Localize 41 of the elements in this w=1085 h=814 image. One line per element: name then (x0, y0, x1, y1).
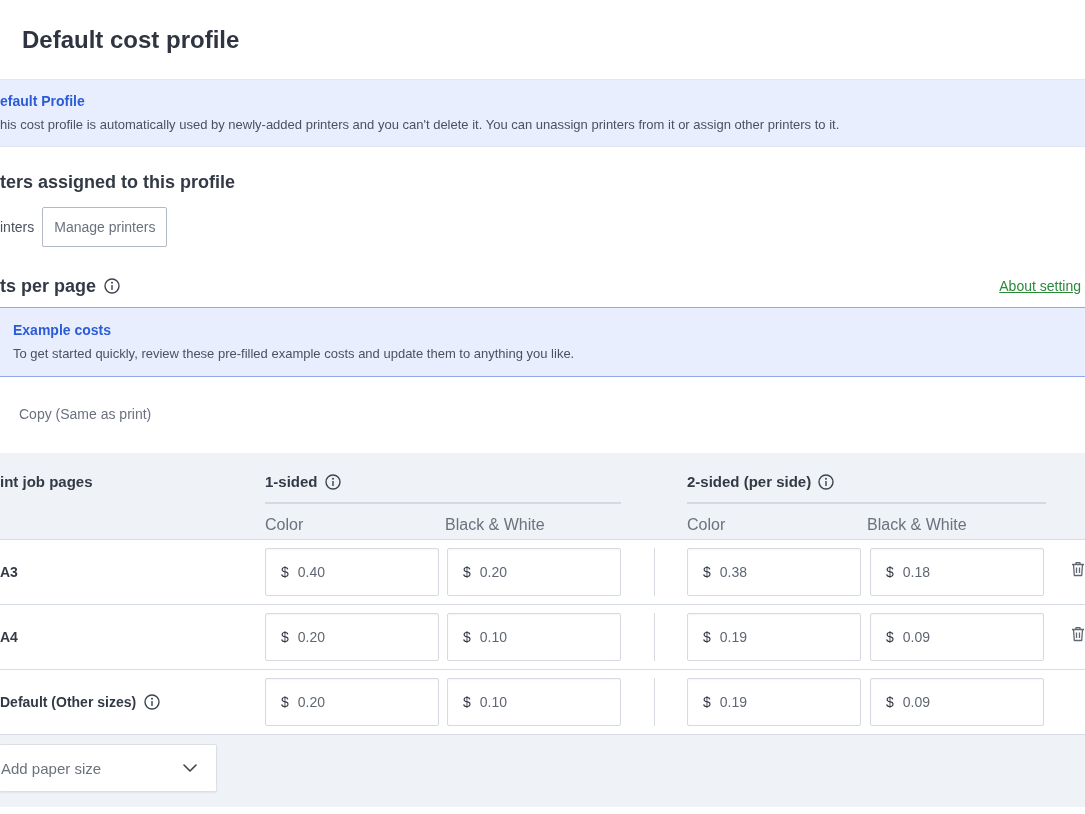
price-field[interactable]: $ 0.09 (870, 678, 1044, 726)
price-field[interactable]: $ 0.09 (870, 613, 1044, 661)
column-header: Color (687, 515, 727, 535)
price-field[interactable]: $ 0.20 (447, 548, 621, 596)
info-icon[interactable] (818, 474, 835, 490)
printers-label: inters (0, 219, 35, 235)
column-header: int job pages (0, 473, 93, 490)
price-field[interactable]: $ 0.10 (447, 678, 621, 726)
price-field[interactable]: $ 0.20 (265, 678, 439, 726)
section-heading: ts per page (0, 275, 97, 298)
banner-title: efault Profile (0, 92, 86, 110)
trash-icon[interactable] (1071, 561, 1085, 577)
row-label: A4 (0, 629, 18, 645)
chevron-down-icon (183, 764, 197, 772)
price-field[interactable]: $ 0.18 (870, 548, 1044, 596)
column-group-header: 2-sided (per side) (687, 472, 812, 492)
trash-icon[interactable] (1071, 626, 1085, 642)
price-field[interactable]: $ 0.19 (687, 613, 861, 661)
price-field[interactable]: $ 0.19 (687, 678, 861, 726)
page-title: Default cost profile (22, 25, 241, 55)
column-group-header: 1-sided (265, 472, 318, 492)
banner-title: Example costs (13, 321, 113, 339)
paper-size-dropdown[interactable]: Add paper size (0, 744, 217, 792)
price-field[interactable]: $ 0.10 (447, 613, 621, 661)
section-heading: ters assigned to this profile (0, 171, 237, 194)
help-link[interactable]: About setting (999, 278, 1081, 294)
row-label: Default (Other sizes) (0, 694, 137, 710)
column-header: Black & White (867, 515, 968, 535)
info-icon[interactable] (324, 474, 341, 490)
column-header: Black & White (445, 515, 546, 535)
tab[interactable]: Copy (Same as print) (19, 395, 152, 435)
info-icon[interactable] (104, 278, 121, 294)
price-field[interactable]: $ 0.20 (265, 613, 439, 661)
banner-text: To get started quickly, review these pre-filled example costs and update them to anything you like. (13, 346, 576, 362)
price-field[interactable]: $ 0.38 (687, 548, 861, 596)
info-icon[interactable] (144, 694, 161, 710)
banner-text: his cost profile is automatically used by newly-added printers and you can't delete it. You can unassign printers from it or assign other printers to it. (0, 117, 841, 133)
row-label: A3 (0, 564, 18, 580)
manage-printers-button[interactable]: Manage printers (42, 207, 168, 247)
price-field[interactable]: $ 0.40 (265, 548, 439, 596)
column-header: Color (265, 515, 305, 535)
